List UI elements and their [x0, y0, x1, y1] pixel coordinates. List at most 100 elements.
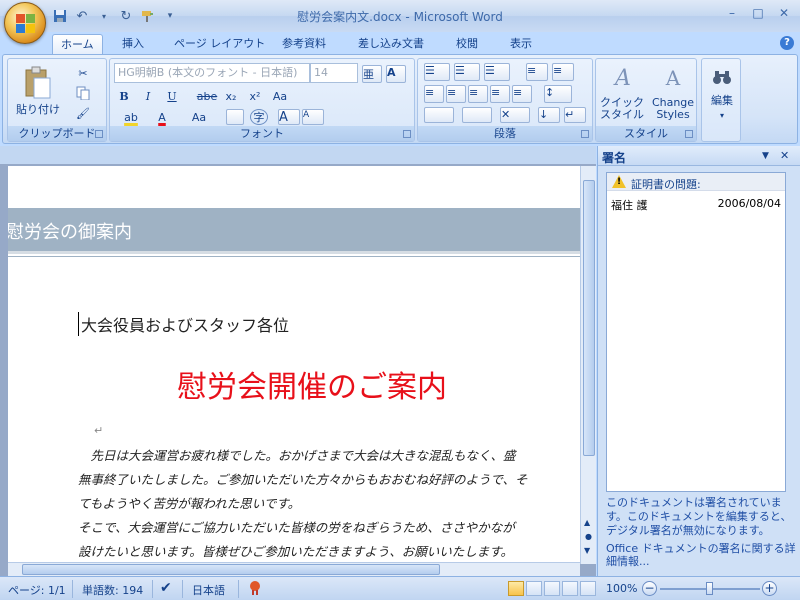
office-button[interactable] [4, 2, 46, 44]
browse-object-icon[interactable]: ● [585, 532, 592, 541]
change-styles-icon[interactable]: A [650, 63, 696, 93]
font-size-field[interactable]: 14 [310, 63, 358, 83]
body-text: 先日は大会運営お疲れ様でした。おかげさまで大会は大きな混乱もなく、盛 無事終了い… [78, 444, 580, 564]
language-indicator[interactable]: 日本語 [192, 582, 225, 598]
tab-mailings[interactable]: 差し込み文書 [350, 34, 432, 54]
grow-font-button[interactable]: A [278, 109, 300, 125]
body-line: 先日は大会運営お疲れ様でした。おかげさまで大会は大きな混乱もなく、盛 [78, 448, 516, 463]
distributed-icon[interactable]: ≡ [512, 85, 532, 103]
align-right-icon[interactable]: ≡ [468, 85, 488, 103]
minimize-button[interactable]: – [720, 4, 744, 22]
zoom-slider-thumb[interactable] [706, 582, 713, 595]
document-page[interactable]: 慰労会の御案内 大会役員およびスタッフ各位 慰労会開催のご案内 ↵ 先日は大会運… [8, 166, 580, 564]
bullets-icon[interactable]: ☰ [424, 63, 450, 81]
font-group: HG明朝B (本文のフォント - 日本語) 14 亜 A B I U abe x… [109, 58, 415, 142]
body-line: そこで、大会運営にご協力いただいた皆様の労をねぎらうため、ささやかなが [78, 520, 515, 535]
maximize-button[interactable]: □ [746, 4, 770, 22]
signature-date: 2006/08/04 [717, 197, 781, 210]
horizontal-scrollbar[interactable] [8, 562, 580, 576]
office-logo-icon [16, 14, 36, 34]
web-layout-view-button[interactable] [544, 581, 560, 596]
page-count[interactable]: ページ: 1/1 [8, 582, 66, 598]
vertical-scroll-thumb[interactable] [583, 180, 595, 456]
paragraph-launcher-icon[interactable] [581, 130, 589, 138]
font-name-field[interactable]: HG明朝B (本文のフォント - 日本語) [114, 63, 310, 83]
status-bar: ページ: 1/1 単語数: 194 ✔ 日本語 100% − + [0, 576, 800, 600]
increase-indent-icon[interactable]: ≡ [552, 63, 574, 81]
certificate-warning-row[interactable]: ! 証明書の問題: [607, 173, 785, 191]
tab-page-layout[interactable]: ページ レイアウト [166, 34, 273, 54]
align-left-icon[interactable]: ≡ [424, 85, 444, 103]
signature-help-link[interactable]: Office ドキュメントの署名に関する詳細情報... [606, 542, 796, 568]
signature-status-icon[interactable] [248, 580, 262, 599]
show-marks-icon[interactable]: ↵ [564, 107, 586, 123]
outline-view-button[interactable] [562, 581, 578, 596]
italic-button[interactable]: I [140, 87, 156, 105]
editing-dropdown-icon[interactable]: ▾ [702, 109, 742, 121]
quick-styles-icon[interactable]: A [600, 63, 646, 93]
decrease-indent-icon[interactable]: ≡ [526, 63, 548, 81]
close-button[interactable]: ✕ [772, 4, 796, 22]
shrink-font-button[interactable]: A [302, 109, 324, 125]
justify-icon[interactable]: ≡ [490, 85, 510, 103]
tab-insert[interactable]: 挿入 [114, 34, 152, 54]
paste-icon[interactable] [16, 63, 60, 103]
enclosed-char-button[interactable]: 字 [250, 109, 268, 125]
quick-styles-button[interactable]: クイック スタイル [596, 95, 648, 123]
zoom-level[interactable]: 100% [606, 582, 637, 595]
borders-icon[interactable] [462, 107, 492, 123]
pane-header: 署名 ▼ ✕ [598, 146, 800, 166]
clear-format-button[interactable]: Aa [270, 87, 290, 105]
print-layout-view-button[interactable] [508, 581, 524, 596]
tab-view[interactable]: 表示 [502, 34, 540, 54]
sort-icon[interactable]: ↓ [538, 107, 560, 123]
styles-launcher-icon[interactable] [685, 130, 693, 138]
status-divider [238, 580, 239, 598]
phonetic-guide-button[interactable]: 亜 [362, 65, 382, 83]
change-styles-button[interactable]: Change Styles [648, 95, 698, 123]
copy-icon[interactable] [74, 85, 92, 101]
horizontal-scroll-thumb[interactable] [22, 564, 440, 575]
full-screen-reading-view-button[interactable] [526, 581, 542, 596]
superscript-button[interactable]: x² [246, 87, 264, 105]
line-spacing-icon[interactable]: ↕ [544, 85, 572, 103]
strikethrough-button[interactable]: abe [196, 87, 218, 105]
pane-close-icon[interactable]: ✕ [780, 149, 789, 162]
zoom-in-button[interactable]: + [762, 581, 777, 596]
draft-view-button[interactable] [580, 581, 596, 596]
paste-button[interactable]: 貼り付け [12, 101, 64, 117]
shading-icon[interactable] [424, 107, 454, 123]
cut-icon[interactable]: ✂ [74, 65, 92, 81]
word-count[interactable]: 単語数: 194 [82, 582, 143, 598]
scroll-down-icon[interactable]: ▼ [584, 546, 590, 555]
tab-home[interactable]: ホーム [52, 34, 103, 54]
zoom-out-button[interactable]: − [642, 581, 657, 596]
align-center-icon[interactable]: ≡ [446, 85, 466, 103]
font-launcher-icon[interactable] [403, 130, 411, 138]
char-border-button[interactable]: A [386, 65, 406, 83]
multilevel-list-icon[interactable]: ☰ [484, 63, 510, 81]
numbering-icon[interactable]: ☰ [454, 63, 480, 81]
char-scale-button[interactable]: Aa [186, 109, 212, 125]
highlight-button[interactable]: ab [116, 109, 146, 125]
subscript-button[interactable]: x₂ [222, 87, 240, 105]
editing-button[interactable]: 編集 [702, 93, 742, 107]
find-binoculars-icon[interactable] [708, 65, 736, 89]
char-shading-icon[interactable] [226, 109, 244, 125]
font-color-button[interactable]: A [152, 109, 172, 125]
proofing-icon[interactable]: ✔ [160, 580, 172, 596]
format-brush-icon[interactable]: 🖌 [74, 105, 92, 121]
scroll-up-icon[interactable]: ▲ [584, 518, 590, 527]
pane-menu-icon[interactable]: ▼ [762, 151, 769, 161]
asian-layout-icon[interactable]: ✕ [500, 107, 530, 123]
tab-review[interactable]: 校閲 [448, 34, 486, 54]
clipboard-launcher-icon[interactable] [95, 130, 103, 138]
vertical-scrollbar[interactable]: ▲ ● ▼ [580, 166, 596, 564]
signer-name[interactable]: 福住 護 [611, 197, 648, 213]
help-icon[interactable]: ? [780, 36, 794, 50]
underline-button[interactable]: U [164, 87, 180, 105]
paragraph-mark: ↵ [94, 424, 104, 437]
tab-references[interactable]: 参考資料 [274, 34, 334, 54]
bold-button[interactable]: B [116, 87, 132, 105]
banner-title: 慰労会の御案内 [8, 222, 132, 243]
